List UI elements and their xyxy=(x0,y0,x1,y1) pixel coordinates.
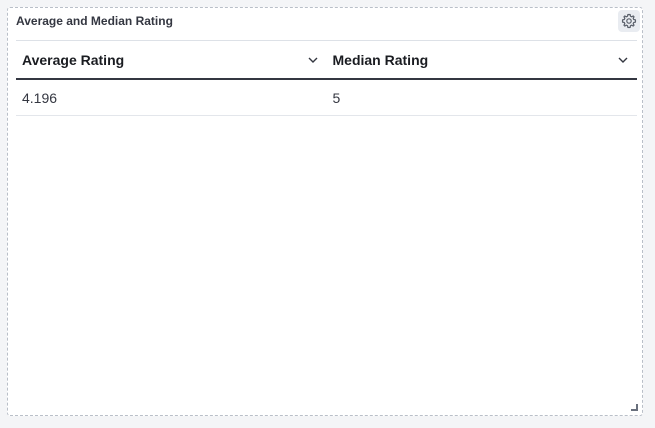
chevron-down-icon[interactable] xyxy=(307,54,319,66)
table-cell-median-rating: 5 xyxy=(332,89,341,106)
resize-handle-icon[interactable] xyxy=(631,404,638,411)
table-cell-average-rating: 4.196 xyxy=(22,89,58,106)
visualization-panel: Average and Median Rating Average Rating… xyxy=(7,7,643,416)
column-header-label: Median Rating xyxy=(332,51,429,68)
panel-header: Average and Median Rating xyxy=(8,8,642,34)
column-header-label: Average Rating xyxy=(22,51,125,68)
gear-icon xyxy=(621,13,637,29)
table-row: 4.196 5 xyxy=(16,80,637,116)
chevron-down-icon[interactable] xyxy=(617,54,629,66)
table-header-row: Average Rating Median Rating xyxy=(16,41,637,80)
data-table: Average Rating Median Rating 4.196 5 xyxy=(16,40,637,116)
column-header-average-rating[interactable]: Average Rating xyxy=(16,41,327,78)
panel-settings-button[interactable] xyxy=(618,10,640,32)
panel-title: Average and Median Rating xyxy=(16,14,173,28)
table-body: 4.196 5 xyxy=(16,80,637,116)
column-header-median-rating[interactable]: Median Rating xyxy=(327,41,638,78)
